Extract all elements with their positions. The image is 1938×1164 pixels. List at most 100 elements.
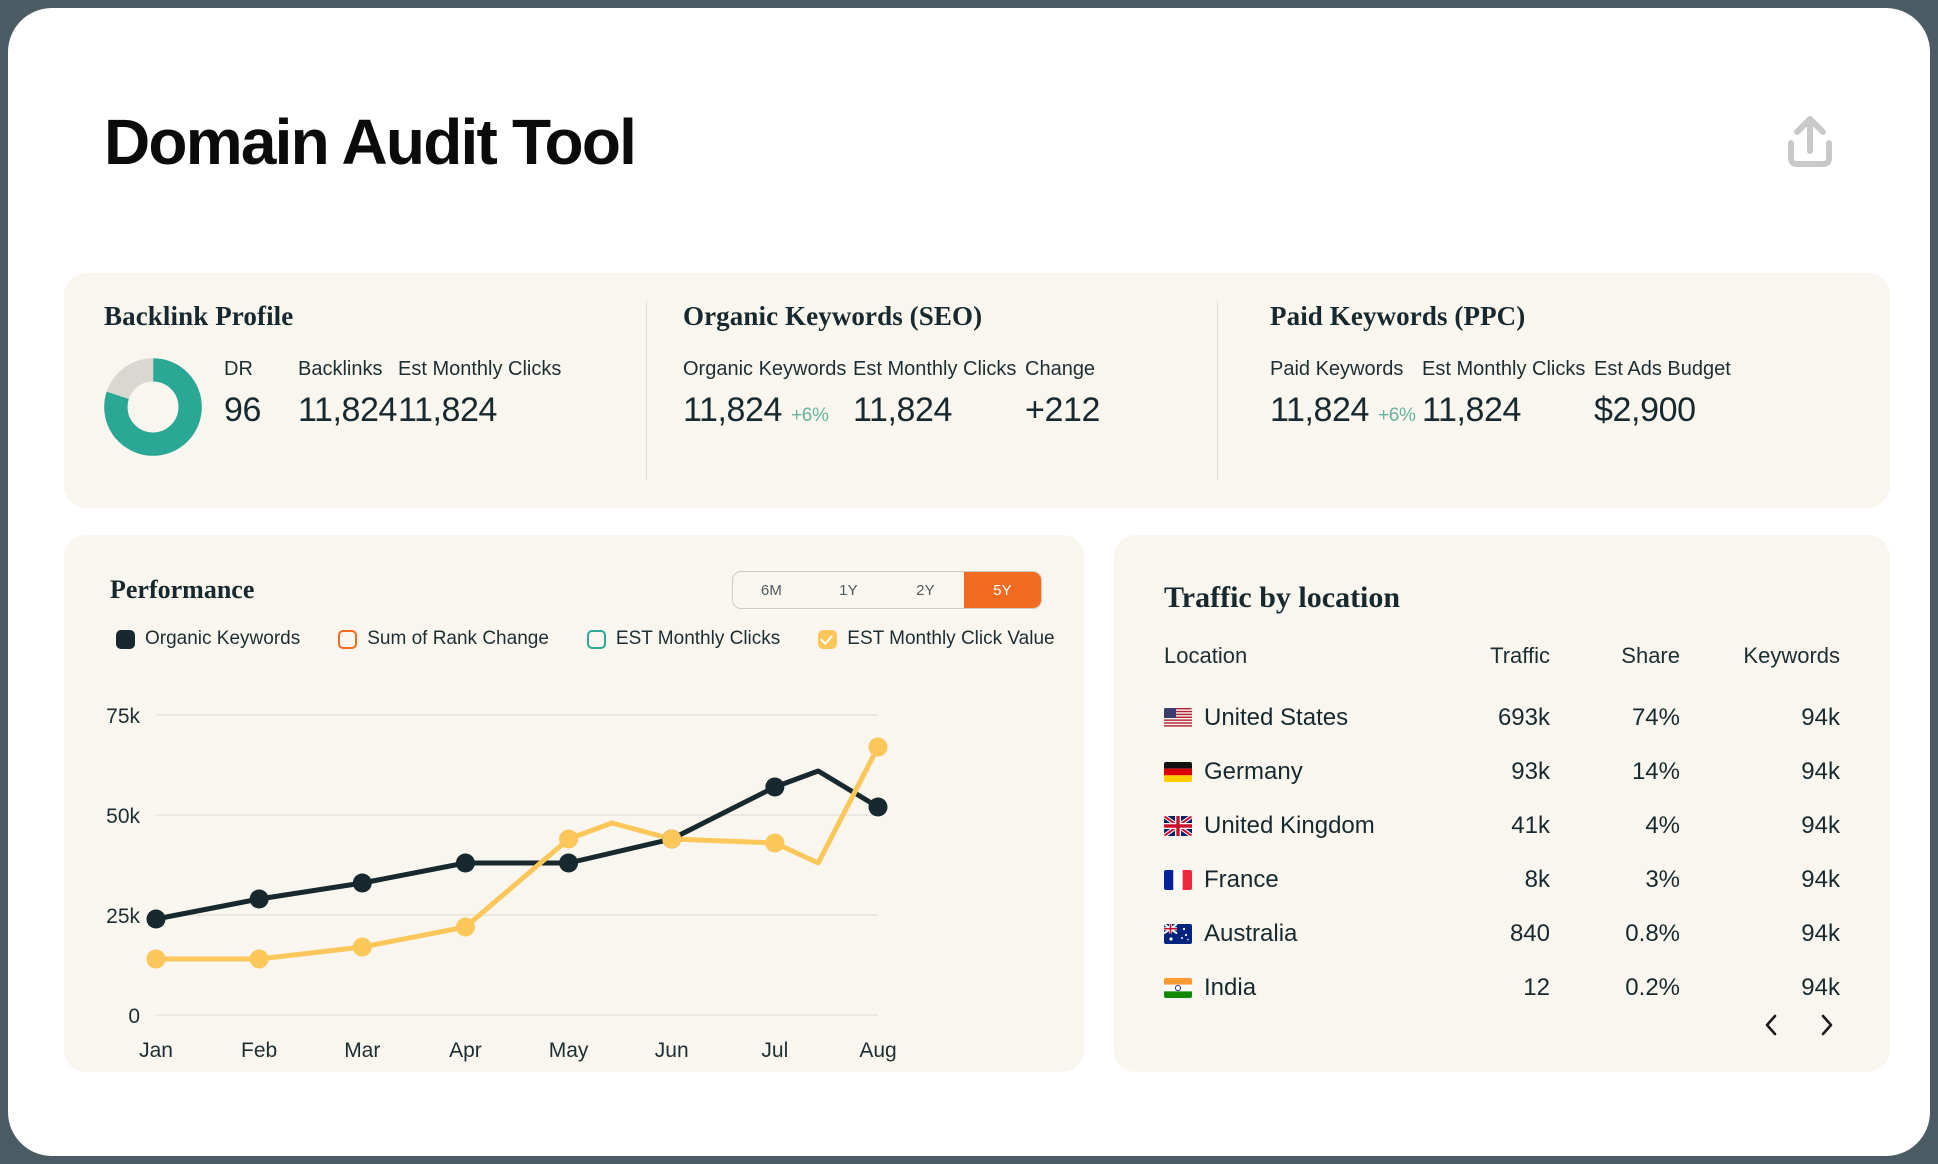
- chart-legend: Organic Keywords Sum of Rank Change EST …: [116, 628, 1093, 650]
- data-point[interactable]: [249, 889, 269, 909]
- data-point[interactable]: [146, 949, 166, 969]
- summary-stats-card: Backlink Profile DR 96 Backlinks 11,824: [64, 273, 1890, 508]
- metric-value: 11,824: [298, 391, 398, 429]
- legend-label: EST Monthly Click Value: [847, 628, 1055, 649]
- metric-value-wrap: 11,824 +6%: [683, 391, 853, 430]
- data-point[interactable]: [765, 777, 785, 797]
- location-name: France: [1204, 866, 1279, 893]
- metric-value: 11,824: [853, 391, 953, 429]
- cell-share: 74%: [1631, 704, 1680, 731]
- au-flag: [1164, 924, 1192, 944]
- table-header-row: Location Traffic Share Keywords: [1164, 643, 1840, 691]
- checkbox-checked-icon[interactable]: [818, 629, 838, 649]
- metric-label: DR: [224, 358, 253, 380]
- x-axis-tick-label: May: [549, 1039, 589, 1062]
- data-point[interactable]: [559, 853, 579, 873]
- legend-label: EST Monthly Clicks: [615, 628, 781, 649]
- legend-item-est-monthly-clicks[interactable]: EST Monthly Clicks: [586, 628, 781, 650]
- metric-value: 11,824: [1422, 391, 1522, 429]
- data-point[interactable]: [868, 737, 888, 757]
- metric-est-ads-budget: Est Ads Budget $2,900: [1594, 358, 1754, 430]
- chevron-right-icon[interactable]: [1816, 1012, 1838, 1038]
- backlink-profile-title: Backlink Profile: [104, 301, 294, 331]
- metric-value: 96: [224, 391, 262, 429]
- x-axis-tick-label: Jun: [655, 1039, 689, 1062]
- cell-location: Australia: [1164, 907, 1400, 961]
- data-point[interactable]: [455, 853, 475, 873]
- metric-label: Paid Keywords: [1270, 358, 1404, 380]
- location-name: Germany: [1204, 758, 1303, 785]
- legend-item-organic-keywords[interactable]: Organic Keywords: [116, 628, 300, 650]
- cell-share: 0.2%: [1625, 974, 1680, 1001]
- metric-label: Change: [1025, 358, 1096, 380]
- x-axis-tick-label: Aug: [859, 1039, 896, 1062]
- performance-header: Performance 6M 1Y 2Y 5Y: [110, 571, 1042, 609]
- range-tab-2y[interactable]: 2Y: [887, 572, 964, 608]
- range-tab-5y[interactable]: 5Y: [964, 572, 1041, 608]
- traffic-panel-title: Traffic by location: [1164, 581, 1401, 614]
- fr-flag: [1164, 870, 1192, 890]
- data-point[interactable]: [559, 829, 579, 849]
- range-tab-1y[interactable]: 1Y: [810, 572, 887, 608]
- metric-paid-est-monthly-clicks: Est Monthly Clicks 11,824: [1422, 358, 1594, 430]
- table-row[interactable]: France 8k 3% 94k: [1164, 853, 1840, 907]
- table-row[interactable]: United States 693k 74% 94k: [1164, 691, 1840, 745]
- data-point[interactable]: [352, 873, 372, 893]
- metric-change: Change +212: [1025, 358, 1145, 430]
- cell-traffic: 840: [1509, 920, 1550, 947]
- backlink-profile-section: Backlink Profile DR 96 Backlinks 11,824: [64, 273, 646, 508]
- legend-label: Sum of Rank Change: [367, 628, 549, 649]
- traffic-pagination: [1760, 1012, 1838, 1038]
- metric-label: Est Ads Budget: [1594, 358, 1731, 380]
- metric-label: Est Monthly Clicks: [1422, 358, 1586, 380]
- cell-keywords: 94k: [1801, 704, 1840, 731]
- organic-keywords-title: Organic Keywords (SEO): [683, 301, 983, 331]
- cell-keywords: 94k: [1801, 812, 1840, 839]
- x-axis-tick-label: Jan: [139, 1039, 173, 1062]
- data-point[interactable]: [868, 797, 888, 817]
- table-row[interactable]: Australia 840 0.8% 94k: [1164, 907, 1840, 961]
- data-point[interactable]: [765, 833, 785, 853]
- page-title: Domain Audit Tool: [104, 106, 637, 178]
- data-point[interactable]: [455, 917, 475, 937]
- x-axis-tick-label: Feb: [241, 1039, 277, 1062]
- table-row[interactable]: Germany 93k 14% 94k: [1164, 745, 1840, 799]
- performance-line-chart: 0 25k 50k 75k Jan Feb Mar Apr May Jun Jul Aug: [106, 705, 897, 1062]
- y-axis-tick-label: 0: [128, 1005, 140, 1028]
- data-point[interactable]: [249, 949, 269, 969]
- cell-traffic: 8k: [1524, 866, 1550, 893]
- column-header-location: Location: [1164, 643, 1248, 668]
- table-row[interactable]: India 12 0.2% 94k: [1164, 961, 1840, 1015]
- metric-value: 11,824: [1270, 391, 1370, 429]
- metric-backlink-est-monthly-clicks: Est Monthly Clicks 11,824: [398, 358, 568, 430]
- data-point[interactable]: [352, 937, 372, 957]
- time-range-tabs[interactable]: 6M 1Y 2Y 5Y: [732, 571, 1042, 609]
- x-axis-tick-label: Mar: [344, 1039, 380, 1062]
- cell-keywords: 94k: [1801, 866, 1840, 893]
- chevron-left-icon[interactable]: [1760, 1012, 1782, 1038]
- metric-dr: DR 96: [224, 358, 298, 430]
- column-header-share: Share: [1621, 643, 1680, 668]
- gb-flag: [1164, 816, 1192, 836]
- series-line-est-monthly-click-value: [153, 744, 881, 962]
- metric-label: Est Monthly Clicks: [853, 358, 1017, 380]
- legend-item-est-monthly-click-value[interactable]: EST Monthly Click Value: [818, 628, 1055, 650]
- cell-traffic: 93k: [1511, 758, 1550, 785]
- metric-organic-est-monthly-clicks: Est Monthly Clicks 11,824: [853, 358, 1025, 430]
- range-tab-6m[interactable]: 6M: [733, 572, 810, 608]
- checkbox-empty-icon[interactable]: [586, 629, 606, 649]
- data-point[interactable]: [662, 829, 682, 849]
- legend-item-sum-of-rank-change[interactable]: Sum of Rank Change: [338, 628, 549, 650]
- table-row[interactable]: United Kingdom 41k 4% 94k: [1164, 799, 1840, 853]
- cell-share: 14%: [1631, 758, 1680, 785]
- traffic-table: Location Traffic Share Keywords United S…: [1164, 643, 1840, 1015]
- column-header-keywords: Keywords: [1743, 643, 1840, 668]
- upload-share-icon[interactable]: [1776, 108, 1844, 176]
- checkbox-filled-icon[interactable]: [116, 629, 135, 649]
- paid-keywords-title: Paid Keywords (PPC): [1270, 301, 1526, 331]
- checkbox-empty-icon[interactable]: [338, 629, 358, 649]
- data-point[interactable]: [146, 909, 166, 929]
- metric-value: 11,824: [398, 391, 498, 429]
- metric-delta: +6%: [791, 405, 829, 426]
- de-flag: [1164, 762, 1192, 782]
